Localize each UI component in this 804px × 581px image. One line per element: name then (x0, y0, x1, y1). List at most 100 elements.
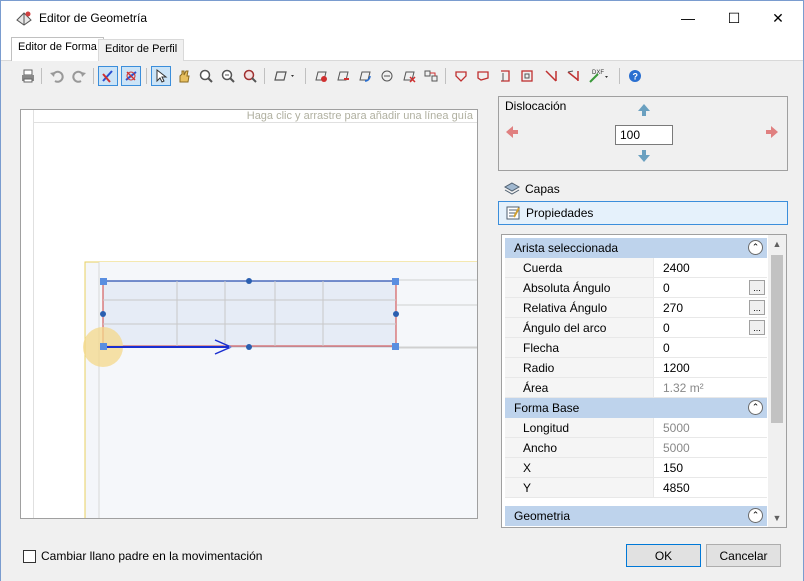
title-bar: Editor de Geometría — ☐ ✕ (1, 1, 803, 35)
zoom-out-icon[interactable] (218, 66, 238, 86)
mirror-icon[interactable] (377, 66, 397, 86)
property-name: Flecha (505, 338, 654, 357)
zoom-in-icon[interactable] (196, 66, 216, 86)
editor-window: Editor de Geometría — ☐ ✕ Editor de Form… (0, 0, 804, 581)
svg-text:?: ? (633, 72, 639, 82)
panel-propiedades-label: Propiedades (526, 206, 594, 220)
property-row: Ancho 5000 (505, 438, 767, 458)
property-name: Absoluta Ángulo (505, 278, 654, 297)
move-up-icon[interactable] (637, 103, 651, 117)
collapse-icon[interactable]: ⌃ (748, 400, 763, 415)
print-icon[interactable] (18, 66, 38, 86)
rotate-icon[interactable] (355, 66, 375, 86)
undo-icon[interactable] (47, 66, 67, 86)
scroll-up-icon[interactable]: ▲ (768, 235, 786, 253)
property-name: Longitud (505, 418, 654, 437)
ellipsis-button[interactable]: ... (749, 300, 765, 315)
tab-editor-de-perfil[interactable]: Editor de Perfil (98, 39, 185, 61)
help-icon[interactable]: ? (625, 66, 645, 86)
move-left-icon[interactable] (505, 125, 519, 139)
redo-icon[interactable] (69, 66, 89, 86)
ok-button[interactable]: OK (626, 544, 701, 567)
shape-a-icon[interactable] (451, 66, 471, 86)
property-value[interactable]: 2400 (654, 258, 767, 277)
panel-propiedades[interactable]: Propiedades (498, 201, 788, 225)
property-row: Área 1.32 m² (505, 378, 767, 398)
property-row[interactable]: Flecha 0 (505, 338, 767, 358)
shape-dropdown-icon[interactable] (270, 66, 300, 86)
property-name: Relativa Ángulo (505, 298, 654, 317)
property-row[interactable]: Radio 1200 (505, 358, 767, 378)
tab-bar: Editor de Forma Editor de Perfil (1, 35, 803, 61)
align-icon[interactable] (421, 66, 441, 86)
drawing-canvas[interactable]: Haga clic y arrastre para añadir una lín… (20, 109, 478, 519)
move-right-icon[interactable] (765, 125, 779, 139)
change-parent-plane-label[interactable]: Cambiar llano padre en la movimentación (41, 549, 262, 563)
section-arista-seleccionada[interactable]: Arista seleccionada ⌃ (505, 238, 767, 258)
property-name: Área (505, 378, 654, 397)
panel-capas[interactable]: Capas (498, 177, 788, 201)
property-value: 5000 (663, 420, 690, 435)
property-row[interactable]: X 150 (505, 458, 767, 478)
property-value[interactable]: 1200 (654, 358, 767, 377)
edit-vertices-icon[interactable] (98, 66, 118, 86)
section-title: Forma Base (514, 401, 580, 415)
shape-c-icon[interactable] (495, 66, 515, 86)
scroll-thumb[interactable] (771, 255, 783, 423)
property-name: Ángulo del arco (505, 318, 654, 337)
tab-editor-de-forma[interactable]: Editor de Forma (11, 37, 104, 61)
property-row[interactable]: Cuerda 2400 (505, 258, 767, 278)
property-name: Ancho (505, 438, 654, 457)
delete-vertex-icon[interactable] (333, 66, 353, 86)
change-parent-plane-checkbox[interactable] (23, 550, 36, 563)
section-title: Arista seleccionada (514, 241, 619, 255)
property-value[interactable]: 150 (654, 458, 767, 477)
delete-shape-icon[interactable] (399, 66, 419, 86)
shape-b-icon[interactable] (473, 66, 493, 86)
edit-edges-icon[interactable] (121, 66, 141, 86)
property-name: Radio (505, 358, 654, 377)
panel-capas-label: Capas (525, 182, 560, 196)
pan-icon[interactable] (174, 66, 194, 86)
cut-b-icon[interactable] (563, 66, 583, 86)
select-icon[interactable] (151, 66, 171, 86)
cancel-button[interactable]: Cancelar (706, 544, 781, 567)
ellipsis-button[interactable]: ... (749, 280, 765, 295)
property-scrollbar[interactable]: ▲ ▼ (768, 235, 786, 527)
property-value[interactable]: 4850 (654, 478, 767, 497)
cut-a-icon[interactable] (541, 66, 561, 86)
zoom-fit-icon[interactable] (240, 66, 260, 86)
window-title: Editor de Geometría (39, 11, 148, 25)
property-value[interactable]: 0... (654, 278, 767, 297)
section-geometria[interactable]: Geometria ⌃ (505, 506, 767, 526)
dislocation-input[interactable] (615, 125, 673, 145)
property-name: Cuerda (505, 258, 654, 277)
property-row[interactable]: Ángulo del arco 0... (505, 318, 767, 338)
property-value[interactable]: 270... (654, 298, 767, 317)
property-name: X (505, 458, 654, 477)
add-vertex-icon[interactable] (311, 66, 331, 86)
dxf-icon[interactable]: DXF (585, 66, 613, 86)
property-row[interactable]: Absoluta Ángulo 0... (505, 278, 767, 298)
close-button[interactable]: ✕ (755, 1, 801, 35)
collapse-icon[interactable]: ⌃ (748, 240, 763, 255)
property-value[interactable]: 0 (654, 338, 767, 357)
property-row: Longitud 5000 (505, 418, 767, 438)
property-value: 5000 (663, 440, 690, 455)
dislocation-panel: Dislocación (498, 96, 788, 171)
move-down-icon[interactable] (637, 149, 651, 163)
geometry-drawing[interactable] (21, 110, 477, 518)
ellipsis-button[interactable]: ... (749, 320, 765, 335)
minimize-button[interactable]: — (665, 1, 711, 35)
property-row[interactable]: Y 4850 (505, 478, 767, 498)
property-grid: Arista seleccionada ⌃ Cuerda 2400 Absolut… (501, 234, 787, 528)
property-row[interactable]: Relativa Ángulo 270... (505, 298, 767, 318)
scroll-down-icon[interactable]: ▼ (768, 509, 786, 527)
collapse-icon[interactable]: ⌃ (748, 508, 763, 523)
property-value[interactable]: 0... (654, 318, 767, 337)
toolbar: DXF ? (1, 62, 803, 91)
maximize-button[interactable]: ☐ (711, 1, 757, 35)
section-forma-base[interactable]: Forma Base ⌃ (505, 398, 767, 418)
geometry-app-icon (16, 11, 32, 26)
shape-d-icon[interactable] (517, 66, 537, 86)
